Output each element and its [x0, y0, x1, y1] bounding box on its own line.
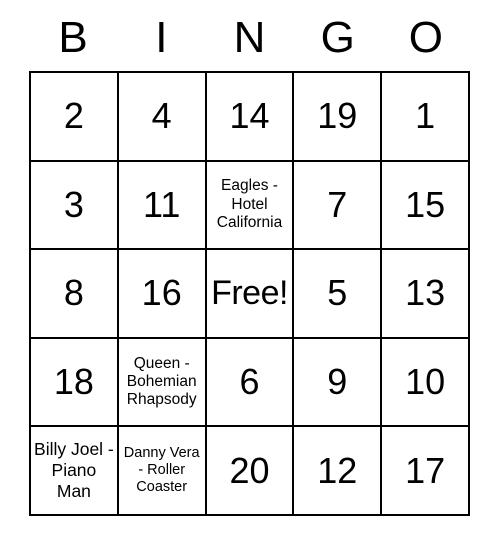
- bingo-cell-label: 16: [141, 272, 182, 314]
- bingo-cell-label: Billy Joel - Piano Man: [34, 439, 114, 502]
- bingo-cell-label: 3: [63, 183, 84, 225]
- bingo-cell-label: 5: [327, 272, 348, 314]
- bingo-cell[interactable]: 20: [206, 427, 295, 516]
- bingo-cell-label: 13: [405, 272, 446, 314]
- bingo-cell[interactable]: 16: [118, 250, 207, 339]
- bingo-cell[interactable]: 17: [382, 427, 470, 516]
- bingo-cell[interactable]: 8: [31, 250, 119, 339]
- bingo-cell[interactable]: 13: [382, 250, 470, 339]
- bingo-row: 18 Queen - Bohemian Rhapsody 6 9 10: [31, 338, 470, 428]
- bingo-cell-label: 4: [151, 95, 172, 137]
- bingo-row: Billy Joel - Piano Man Danny Vera - Roll…: [31, 427, 470, 516]
- bingo-cell[interactable]: 11: [118, 161, 207, 251]
- bingo-cell-label: 19: [317, 95, 358, 137]
- bingo-cell[interactable]: 12: [294, 427, 383, 516]
- bingo-cell-label: 11: [143, 183, 181, 225]
- bingo-cell[interactable]: Billy Joel - Piano Man: [31, 427, 119, 516]
- bingo-cell[interactable]: 10: [382, 338, 470, 428]
- bingo-cell[interactable]: Eagles - Hotel California: [206, 161, 295, 251]
- bingo-cell-label: 10: [405, 361, 446, 403]
- bingo-cell-label: 1: [415, 95, 436, 137]
- bingo-cell-label: 17: [405, 449, 446, 491]
- bingo-free-space-label: Free!: [211, 274, 288, 313]
- bingo-cell-label: 8: [63, 272, 84, 314]
- bingo-cell[interactable]: Queen - Bohemian Rhapsody: [118, 338, 207, 428]
- bingo-cell-label: 15: [405, 183, 446, 225]
- bingo-cell-label: 20: [229, 449, 270, 491]
- bingo-cell[interactable]: 15: [382, 161, 470, 251]
- bingo-row: 8 16 Free! 5 13: [31, 250, 470, 339]
- bingo-header-letter-g: G: [320, 12, 355, 62]
- bingo-cell[interactable]: 14: [206, 73, 295, 162]
- bingo-card: B I N G O 2 4 14 19 1 3 11 Eagles - Hote…: [29, 0, 470, 516]
- bingo-row: 3 11 Eagles - Hotel California 7 15: [31, 161, 470, 251]
- bingo-cell-label: 12: [317, 449, 358, 491]
- bingo-cell-label: 18: [53, 361, 94, 403]
- bingo-cell[interactable]: 6: [206, 338, 295, 428]
- bingo-header-letter-b: B: [58, 12, 88, 62]
- bingo-cell[interactable]: 9: [294, 338, 383, 428]
- bingo-cell[interactable]: 19: [294, 73, 383, 162]
- bingo-cell[interactable]: 4: [118, 73, 207, 162]
- bingo-header-letter-o: O: [408, 12, 444, 62]
- bingo-cell-label: 9: [327, 361, 348, 403]
- bingo-header-letter-i: I: [155, 12, 168, 62]
- bingo-cell[interactable]: 2: [31, 73, 119, 162]
- bingo-free-space-cell[interactable]: Free!: [206, 250, 295, 339]
- bingo-cell[interactable]: 1: [382, 73, 470, 162]
- bingo-cell-label: Eagles - Hotel California: [216, 177, 283, 232]
- bingo-cell[interactable]: 3: [31, 161, 119, 251]
- bingo-cell[interactable]: 7: [294, 161, 383, 251]
- bingo-cell[interactable]: 5: [294, 250, 383, 339]
- bingo-grid: 2 4 14 19 1 3 11 Eagles - Hotel Californ…: [29, 71, 470, 516]
- bingo-cell-label: 2: [63, 95, 84, 137]
- bingo-header-letter-n: N: [233, 12, 266, 62]
- bingo-cell-label: Queen - Bohemian Rhapsody: [126, 354, 197, 409]
- bingo-header-row: B I N G O: [29, 0, 470, 71]
- bingo-cell-label: 6: [239, 361, 260, 403]
- bingo-cell[interactable]: 18: [31, 338, 119, 428]
- bingo-cell-label: 7: [327, 183, 348, 225]
- bingo-cell-label: Danny Vera - Roller Coaster: [123, 444, 200, 496]
- bingo-cell-label: 14: [229, 95, 270, 137]
- bingo-cell[interactable]: Danny Vera - Roller Coaster: [118, 427, 207, 516]
- bingo-row: 2 4 14 19 1: [31, 73, 470, 162]
